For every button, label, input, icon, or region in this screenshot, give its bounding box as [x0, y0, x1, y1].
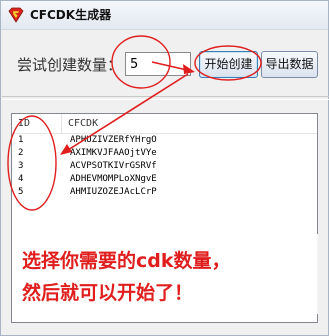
row-id: 4	[18, 174, 24, 184]
annotation-caption-line-2: 然后就可以开始了！	[22, 282, 194, 304]
count-label: 尝试创建数量：	[17, 56, 123, 74]
annotation-caption-line-1: 选择你需要的cdk数量，	[22, 250, 231, 272]
superman-logo-icon	[8, 7, 24, 23]
list-item[interactable]: 2 AXIMKVJFAAOjtVYe	[12, 147, 317, 160]
window-title: CFCDK生成器	[30, 8, 112, 22]
list-item[interactable]: 5 AHMIUZOZEJAcLCrP	[12, 186, 317, 199]
divider	[2, 96, 329, 100]
column-header-cfcdk[interactable]: CFCDK	[62, 114, 262, 133]
row-cdk: AHMIUZOZEJAcLCrP	[70, 187, 157, 197]
list-rows: 1 APHUZIVZERfYHrgO 2 AXIMKVJFAAOjtVYe 3 …	[12, 134, 317, 199]
list-item[interactable]: 4 ADHEVMOMPLoXNgvE	[12, 173, 317, 186]
row-cdk: APHUZIVZERfYHrgO	[70, 135, 157, 145]
row-cdk: AXIMKVJFAAOjtVYe	[70, 148, 157, 158]
export-data-button[interactable]: 导出数据	[261, 51, 318, 78]
count-input[interactable]	[125, 52, 191, 76]
start-create-button[interactable]: 开始创建	[199, 51, 258, 78]
title-bar[interactable]: CFCDK生成器	[1, 1, 328, 30]
row-cdk: ADHEVMOMPLoXNgvE	[70, 174, 157, 184]
list-header: ID CFCDK	[12, 114, 317, 134]
row-cdk: ACVPSOTKIVrGSRVf	[70, 161, 157, 171]
row-id: 2	[18, 148, 24, 158]
row-id: 3	[18, 161, 24, 171]
column-header-id[interactable]: ID	[12, 114, 62, 133]
row-id: 5	[18, 187, 24, 197]
list-item[interactable]: 3 ACVPSOTKIVrGSRVf	[12, 160, 317, 173]
row-id: 1	[18, 135, 24, 145]
list-item[interactable]: 1 APHUZIVZERfYHrgO	[12, 134, 317, 147]
